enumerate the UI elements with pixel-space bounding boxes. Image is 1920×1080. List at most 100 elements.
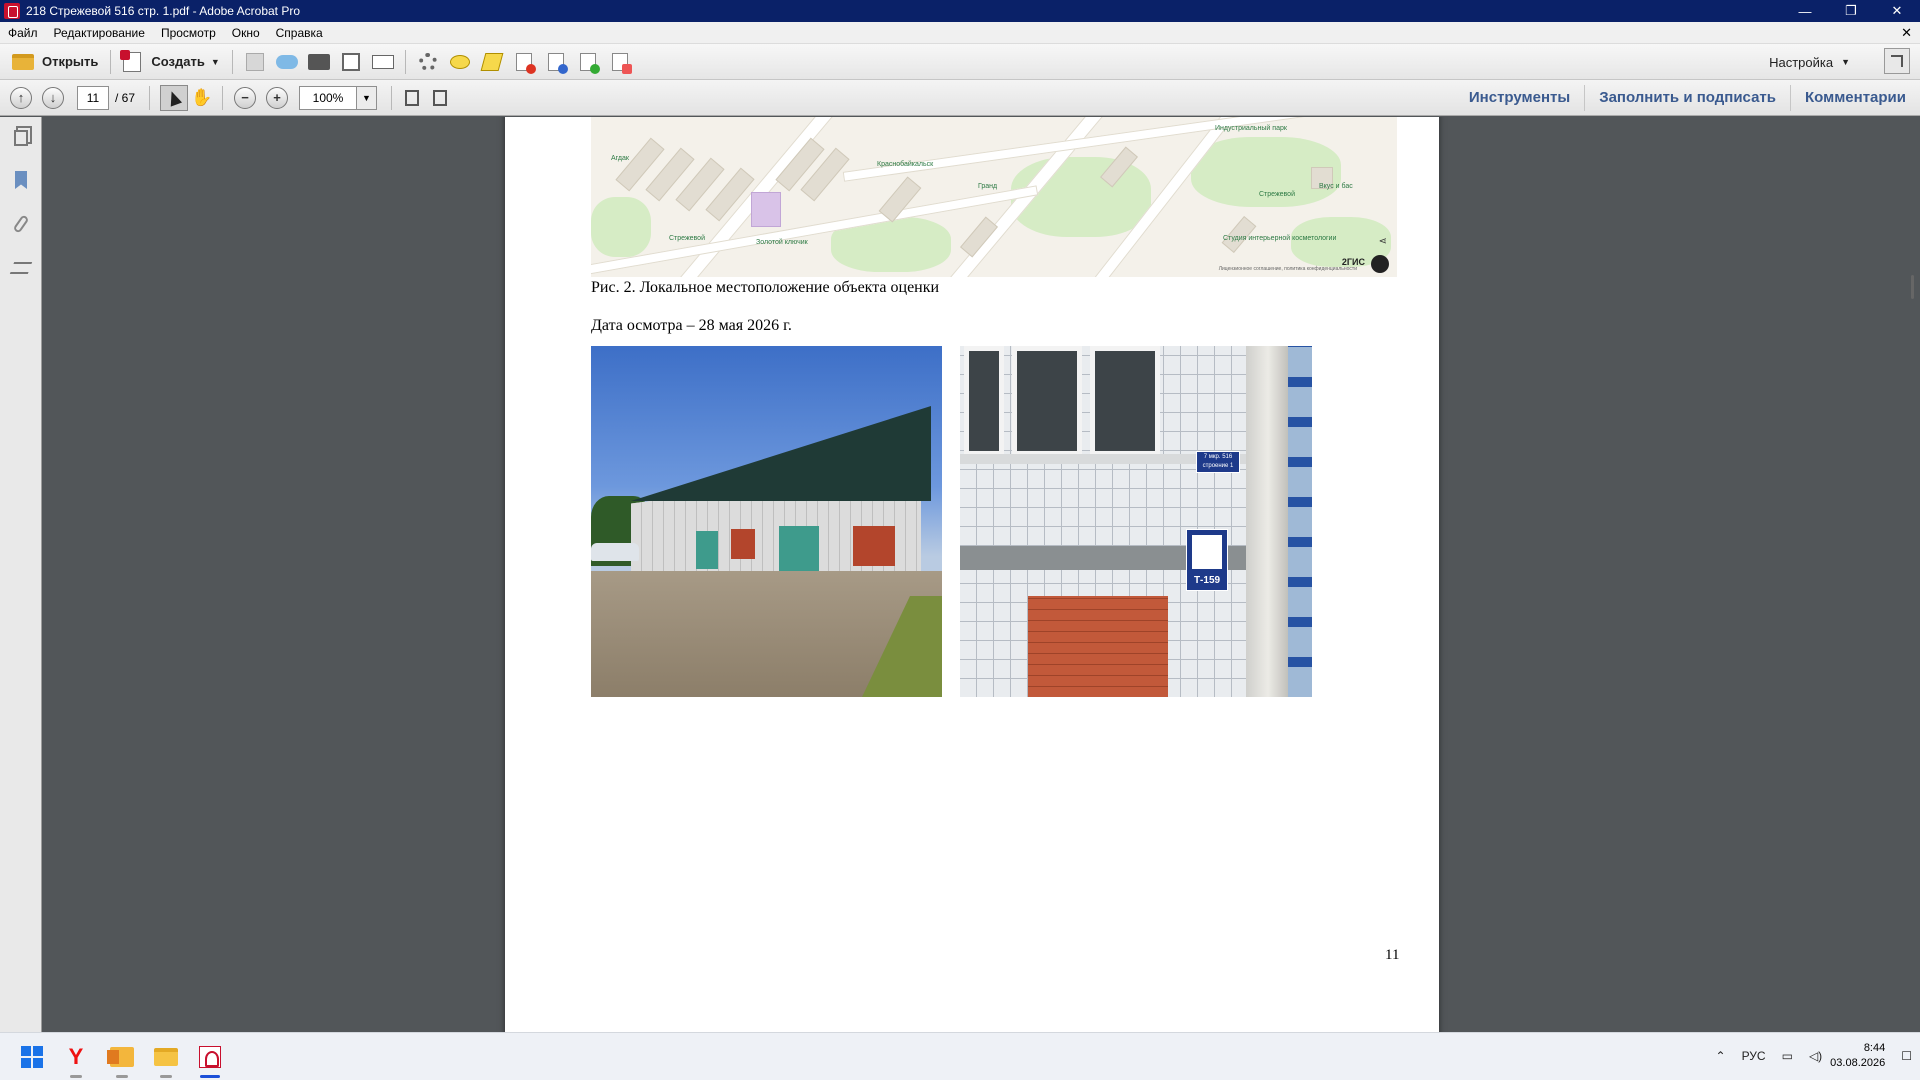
- yandex-browser-button[interactable]: Y: [60, 1041, 92, 1073]
- task-pane-tabs: Инструменты Заполнить и подписать Коммен…: [1455, 80, 1920, 116]
- page-thumbnails-button[interactable]: [10, 127, 32, 149]
- running-indicator: [160, 1075, 172, 1078]
- tab-comments[interactable]: Комментарии: [1789, 85, 1920, 111]
- menu-edit[interactable]: Редактирование: [46, 22, 153, 44]
- create-pdf-icon: [120, 49, 142, 72]
- notifications-icon[interactable]: ☐: [1901, 1049, 1912, 1063]
- chevron-down-icon: ▼: [1841, 57, 1850, 67]
- photo-pillar: [1246, 346, 1290, 697]
- window-titlebar: 218 Стрежевой 516 стр. 1.pdf - Adobe Acr…: [0, 0, 1920, 22]
- clock[interactable]: 8:44 03.08.2026: [1830, 1041, 1885, 1071]
- menu-view[interactable]: Просмотр: [153, 22, 224, 44]
- map-poi-label: Краснобайкальск: [877, 161, 934, 168]
- signatures-button[interactable]: [9, 257, 33, 279]
- chevron-down-icon: ▼: [210, 56, 220, 67]
- volume-icon[interactable]: ◁): [1809, 1049, 1822, 1063]
- inspection-date: Дата осмотра – 28 мая 2026 г.: [591, 317, 792, 334]
- photo-window: [964, 346, 1004, 456]
- previous-page-button[interactable]: ↑: [10, 86, 32, 109]
- customize-label: Настройка: [1769, 54, 1834, 70]
- map-chat-icon[interactable]: [1371, 255, 1389, 273]
- outlook-button[interactable]: [106, 1041, 138, 1073]
- cursor-arrow-icon: [165, 88, 183, 107]
- edit-button[interactable]: [335, 48, 367, 76]
- next-page-button[interactable]: ↓: [42, 86, 64, 109]
- window-controls: — ❐ ✕: [1782, 0, 1920, 22]
- hand-tool-button[interactable]: ✋: [188, 85, 216, 111]
- save-button[interactable]: [239, 48, 271, 76]
- customize-dropdown[interactable]: Настройка ▼: [1769, 44, 1850, 80]
- zoom-input[interactable]: [299, 85, 358, 110]
- create-button[interactable]: Создать ▼: [117, 48, 225, 76]
- export-icon: [579, 52, 600, 74]
- photo-bricked-window: [853, 526, 895, 566]
- open-button[interactable]: Открыть: [6, 48, 104, 76]
- zoom-in-button[interactable]: +: [266, 86, 289, 109]
- page-number-input[interactable]: [77, 85, 109, 110]
- print-button[interactable]: [303, 48, 335, 76]
- chevron-down-icon: ▼: [362, 92, 371, 103]
- fit-width-button[interactable]: [398, 85, 426, 111]
- map-poi-label: Стрежевой: [1259, 191, 1295, 198]
- network-icon[interactable]: ▭: [1782, 1049, 1793, 1063]
- clock-date: 03.08.2026: [1830, 1057, 1886, 1069]
- toolbar-separator: [149, 85, 151, 110]
- windows-logo-icon: [21, 1046, 43, 1068]
- map-provider-logo: 2ГИС: [1341, 257, 1365, 267]
- attachments-button[interactable]: [10, 213, 32, 235]
- email-button[interactable]: [367, 48, 399, 76]
- acrobat-icon: [199, 1046, 221, 1068]
- address-sign: 7 мкр. 516 строение 1: [1196, 451, 1240, 473]
- menu-help[interactable]: Справка: [268, 22, 331, 44]
- document-close-button[interactable]: ✕: [1901, 25, 1912, 41]
- minimize-button[interactable]: —: [1782, 0, 1828, 22]
- redact-button[interactable]: [508, 48, 540, 76]
- windows-taskbar: Y: [0, 1032, 1920, 1080]
- fullscreen-button[interactable]: [1884, 48, 1910, 74]
- protect-button[interactable]: [540, 48, 572, 76]
- map-caption: Рис. 2. Локальное местоположение объекта…: [591, 279, 940, 296]
- highlight-button[interactable]: [476, 48, 508, 76]
- bookmarks-button[interactable]: [10, 169, 32, 191]
- settings-gear-button[interactable]: [412, 48, 444, 76]
- input-language[interactable]: РУС: [1742, 1049, 1766, 1063]
- arrow-down-icon: ↓: [49, 90, 57, 105]
- chevron-up-icon[interactable]: ⌃: [1716, 1049, 1726, 1063]
- zoom-out-button[interactable]: −: [234, 86, 257, 109]
- share-icon[interactable]: ⋖: [1379, 236, 1387, 247]
- comment-button[interactable]: [444, 48, 476, 76]
- photo-roof: [631, 406, 931, 501]
- bookmark-icon: [15, 171, 27, 189]
- building-photo: [591, 346, 942, 697]
- tab-tools[interactable]: Инструменты: [1455, 85, 1584, 111]
- save-icon: [245, 52, 264, 71]
- file-explorer-button[interactable]: [150, 1041, 182, 1073]
- main-toolbar: Открыть Создать ▼: [0, 44, 1920, 80]
- menu-file[interactable]: Файл: [0, 22, 46, 44]
- scroll-position-indicator[interactable]: [1911, 275, 1914, 299]
- minus-icon: −: [241, 90, 249, 105]
- close-button[interactable]: ✕: [1874, 0, 1920, 22]
- start-button[interactable]: [16, 1041, 48, 1073]
- comment-bubble-icon: [449, 54, 470, 69]
- tab-fill-sign[interactable]: Заполнить и подписать: [1584, 85, 1790, 111]
- sign-button[interactable]: [604, 48, 636, 76]
- outlook-icon: [107, 1047, 134, 1067]
- running-indicator: [70, 1075, 82, 1078]
- photo-door: [696, 531, 718, 569]
- fit-page-button[interactable]: [426, 85, 454, 111]
- active-indicator: [200, 1075, 220, 1078]
- menu-window[interactable]: Окно: [224, 22, 268, 44]
- navigation-pane: [0, 117, 42, 1032]
- fit-page-icon: [433, 89, 448, 106]
- upload-button[interactable]: [271, 48, 303, 76]
- select-tool-button[interactable]: [160, 84, 189, 111]
- document-viewport[interactable]: Агдак Краснобайкальск Гранд Стрежевой Зо…: [43, 117, 1920, 1032]
- map-poi-label: Золотой ключик: [756, 239, 808, 246]
- export-button[interactable]: [572, 48, 604, 76]
- photo-brick-panel: [1028, 596, 1168, 697]
- acrobat-taskbar-button[interactable]: [194, 1041, 226, 1073]
- zoom-dropdown[interactable]: ▼: [357, 85, 378, 110]
- restore-button[interactable]: ❐: [1828, 0, 1874, 22]
- acrobat-app-icon: [4, 3, 20, 19]
